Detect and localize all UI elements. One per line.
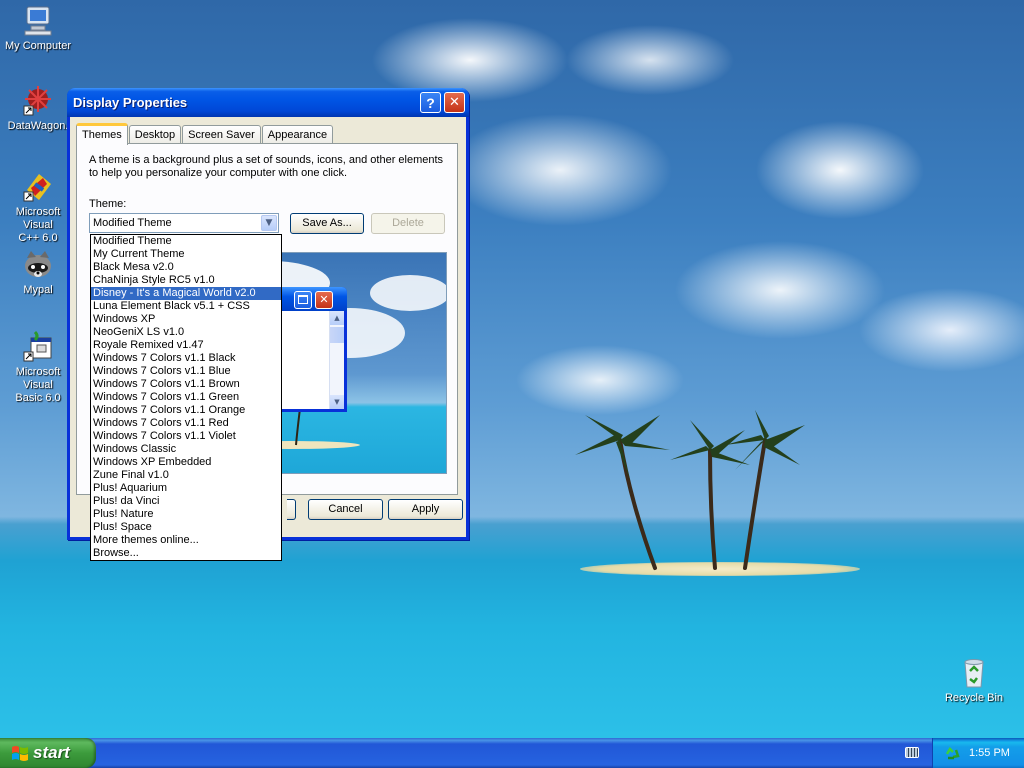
chevron-down-icon[interactable]: ▼ — [261, 215, 277, 231]
dropdown-item[interactable]: ChaNinja Style RC5 v1.0 — [91, 274, 281, 287]
theme-combobox[interactable]: Modified Theme ▼ — [89, 213, 279, 233]
dropdown-item[interactable]: Disney - It's a Magical World v2.0 — [91, 287, 281, 300]
desktop-icon-label: My Computer — [4, 40, 72, 52]
theme-description: A theme is a background plus a set of so… — [89, 154, 444, 179]
my-computer-icon — [21, 4, 55, 38]
dropdown-item[interactable]: Royale Remixed v1.47 — [91, 339, 281, 352]
preview-mini-window: ✕ ▲ ▼ — [275, 287, 347, 412]
recycle-bin-icon — [957, 656, 991, 690]
dropdown-item[interactable]: Windows XP Embedded — [91, 456, 281, 469]
dropdown-item[interactable]: Windows 7 Colors v1.1 Blue — [91, 365, 281, 378]
tab-screen-saver[interactable]: Screen Saver — [182, 125, 261, 144]
dropdown-item[interactable]: Plus! Nature — [91, 508, 281, 521]
dropdown-item[interactable]: Windows 7 Colors v1.1 Brown — [91, 378, 281, 391]
dropdown-item[interactable]: Modified Theme — [91, 235, 281, 248]
dropdown-item[interactable]: Zune Final v1.0 — [91, 469, 281, 482]
ok-button[interactable]: OK — [287, 499, 296, 520]
theme-dropdown-list[interactable]: Modified Theme My Current Theme Black Mesa… — [90, 234, 282, 561]
dropdown-item[interactable]: Windows 7 Colors v1.1 Red — [91, 417, 281, 430]
desktop-icon-label: Mypal — [23, 284, 53, 296]
dropdown-item[interactable]: Plus! Space — [91, 521, 281, 534]
dropdown-item[interactable]: Windows 7 Colors v1.1 Violet — [91, 430, 281, 443]
preview-maximize-icon — [294, 291, 312, 309]
desktop-icon-label: DataWagon. — [7, 120, 69, 132]
dropdown-item[interactable]: NeoGeniX LS v1.0 — [91, 326, 281, 339]
desktop-icon-datawagon[interactable]: DataWagon. — [0, 84, 76, 133]
windows-logo-icon — [12, 746, 28, 761]
system-tray: 1:55 PM — [932, 738, 1024, 768]
palm-trees — [575, 410, 805, 570]
theme-label: Theme: — [89, 198, 127, 210]
mypal-raccoon-icon — [21, 248, 55, 282]
tab-themes[interactable]: Themes — [76, 123, 128, 145]
preview-close-icon: ✕ — [315, 291, 333, 309]
save-as-button[interactable]: Save As... — [290, 213, 364, 234]
theme-combobox-value: Modified Theme — [93, 217, 172, 229]
keyboard-icon[interactable] — [905, 747, 919, 758]
window-title: Display Properties — [73, 95, 188, 110]
apply-button[interactable]: Apply — [388, 499, 463, 520]
dropdown-item[interactable]: Windows 7 Colors v1.1 Orange — [91, 404, 281, 417]
start-label: start — [33, 743, 70, 762]
desktop-icon-visual-basic[interactable]: Microsoft Visual Basic 6.0 — [0, 330, 76, 405]
dropdown-item[interactable]: Windows 7 Colors v1.1 Black — [91, 352, 281, 365]
visual-basic-icon — [21, 330, 55, 364]
taskbar: start 1:55 PM — [0, 738, 1024, 768]
help-icon: ? — [426, 94, 435, 111]
desktop-icon-label: Microsoft Visual Basic 6.0 — [15, 366, 61, 404]
desktop-icon-label: Microsoft Visual C++ 6.0 — [15, 206, 61, 244]
dropdown-item[interactable]: Windows 7 Colors v1.1 Green — [91, 391, 281, 404]
cancel-button[interactable]: Cancel — [308, 499, 383, 520]
desktop-icon-mypal[interactable]: Mypal — [0, 248, 76, 297]
datawagon-icon — [21, 84, 55, 118]
clock[interactable]: 1:55 PM — [969, 747, 1010, 759]
close-icon: ✕ — [449, 95, 460, 110]
dropdown-item[interactable]: Windows XP — [91, 313, 281, 326]
dropdown-item[interactable]: Windows Classic — [91, 443, 281, 456]
dropdown-item[interactable]: Luna Element Black v5.1 + CSS — [91, 300, 281, 313]
help-button[interactable]: ? — [420, 92, 441, 113]
preview-scrollbar: ▲ ▼ — [329, 311, 344, 409]
dropdown-item[interactable]: Plus! da Vinci — [91, 495, 281, 508]
dropdown-item[interactable]: My Current Theme — [91, 248, 281, 261]
delete-button[interactable]: Delete — [371, 213, 445, 234]
visual-cpp-icon — [21, 170, 55, 204]
desktop-icon-visual-cpp[interactable]: Microsoft Visual C++ 6.0 — [0, 170, 76, 245]
tab-appearance[interactable]: Appearance — [261, 125, 334, 144]
desktop-icon-label: Recycle Bin — [944, 692, 1004, 704]
start-button[interactable]: start — [0, 738, 96, 768]
dropdown-item[interactable]: More themes online... — [91, 534, 281, 547]
desktop-icon-my-computer[interactable]: My Computer — [0, 4, 76, 53]
desktop-icon-recycle-bin[interactable]: Recycle Bin — [936, 656, 1012, 705]
tab-desktop[interactable]: Desktop — [128, 125, 182, 144]
tab-strip: Themes Desktop Screen Saver Appearance — [76, 123, 334, 145]
close-button[interactable]: ✕ — [444, 92, 465, 113]
recycle-tray-icon[interactable] — [944, 745, 960, 761]
dropdown-item[interactable]: Browse... — [91, 547, 281, 560]
dropdown-item[interactable]: Black Mesa v2.0 — [91, 261, 281, 274]
title-bar[interactable]: Display Properties ? ✕ — [67, 88, 469, 117]
dropdown-item[interactable]: Plus! Aquarium — [91, 482, 281, 495]
